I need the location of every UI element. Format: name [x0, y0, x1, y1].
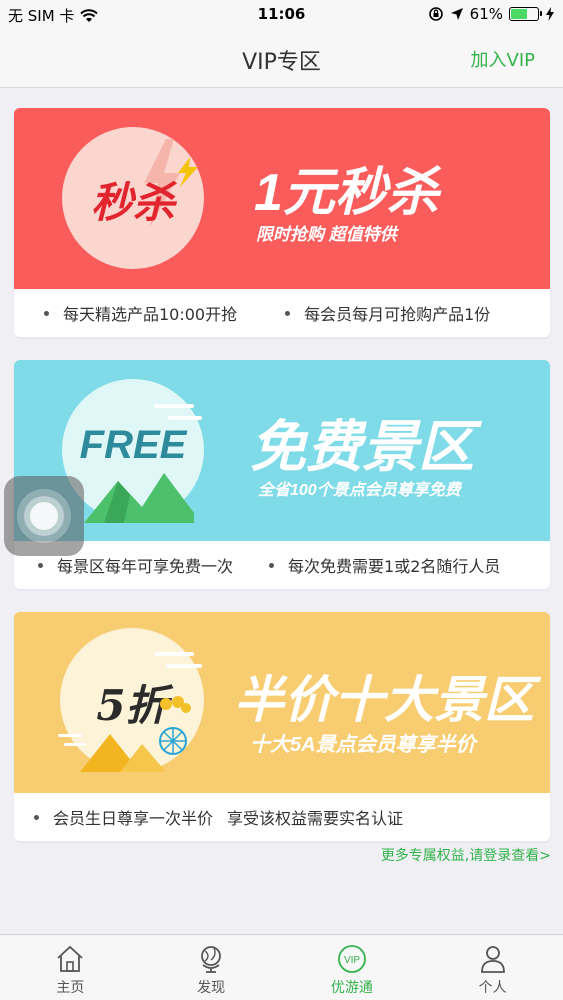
person-icon: [480, 946, 505, 973]
charging-bolt-icon: [546, 7, 554, 21]
flash-sale-badge: 秒杀: [62, 127, 204, 269]
tab-youyoutong[interactable]: VIP 优游通: [282, 935, 423, 1000]
half-price-footer: 会员生日尊享一次半价 享受该权益需要实名认证: [14, 793, 550, 841]
tab-discover[interactable]: 发现: [141, 935, 282, 1000]
list-item: 每天精选产品10:00开抢: [44, 301, 237, 325]
tab-label: 个人: [478, 980, 507, 996]
list-item: 会员生日尊享一次半价: [34, 805, 213, 829]
nav-bar: VIP专区 加入VIP: [0, 30, 563, 88]
tab-label: 优游通: [330, 980, 373, 996]
cloud-lines-icon: [58, 734, 86, 746]
rotation-lock-icon: [428, 7, 443, 21]
list-item: 每景区每年可享免费一次: [38, 553, 233, 577]
free-scenic-subtitle: 全省100个景点会员尊享免费: [258, 482, 461, 499]
free-scenic-footer: 每景区每年可享免费一次 每次免费需要1或2名随行人员: [14, 541, 550, 589]
svg-text:VIP: VIP: [344, 955, 360, 966]
tab-label: 主页: [56, 980, 85, 996]
cloud-lines-icon: [154, 404, 202, 420]
more-benefits-link[interactable]: 更多专属权益,请登录查看>: [381, 845, 551, 865]
vip-icon: VIP: [337, 945, 366, 973]
status-bar: 无 SIM 卡 11:06 61%: [0, 0, 563, 30]
flash-sale-footer: 每天精选产品10:00开抢 每会员每月可抢购产品1份: [14, 289, 550, 337]
umbrella-icon: [160, 696, 191, 713]
flash-sale-subtitle: 限时抢购 超值特供: [256, 225, 397, 244]
spark-icon: [178, 157, 198, 187]
tab-home[interactable]: 主页: [0, 935, 141, 1000]
ferris-wheel-icon: [159, 727, 187, 755]
half-price-subtitle: 十大5A景点会员尊享半价: [250, 734, 476, 756]
bullet-text: 每天精选产品10:00开抢: [63, 305, 238, 324]
free-scenic-banner[interactable]: FREE 免费景区 全省100个景点会员尊享免费: [14, 360, 550, 541]
bullet-text: 每景区每年可享免费一次: [57, 557, 234, 576]
half-price-card[interactable]: 5折 半价十大景区 十大5A景点会员尊享半价 会员生日尊享一次半价 享受该权益需…: [14, 612, 550, 841]
globe-icon: [201, 946, 222, 973]
bullet-text: 会员生日尊享一次半价: [53, 809, 214, 828]
list-item: 享受该权益需要实名认证: [227, 805, 403, 829]
tab-bar: 主页 发现 VIP 优游通 个人: [0, 934, 563, 1000]
list-item: 每会员每月可抢购产品1份: [285, 301, 490, 325]
tab-profile[interactable]: 个人: [422, 935, 563, 1000]
tab-label: 发现: [197, 980, 226, 996]
home-icon: [57, 945, 83, 972]
battery-fill: [511, 9, 527, 19]
bullet-text: 每次免费需要1或2名随行人员: [288, 557, 501, 576]
half-price-banner[interactable]: 5折 半价十大景区 十大5A景点会员尊享半价: [14, 612, 550, 793]
free-scenic-title: 免费景区: [250, 415, 474, 478]
half-price-title: 半价十大景区: [234, 672, 534, 728]
assistive-touch-button[interactable]: [4, 476, 84, 556]
location-arrow-icon: [450, 8, 463, 20]
free-scenic-card[interactable]: FREE 免费景区 全省100个景点会员尊享免费 每景区每年可享免费一次 每次免…: [14, 360, 550, 589]
status-right: 61%: [428, 5, 555, 23]
flash-sale-title: 1元秒杀: [254, 164, 439, 222]
battery-percent: 61%: [469, 5, 503, 23]
mountain-icon: [84, 473, 194, 523]
flash-sale-card[interactable]: 秒杀 1元秒杀 限时抢购 超值特供 每天精选产品10:00开抢 每会员每月可抢购…: [14, 108, 550, 337]
bullet-text: 每会员每月可抢购产品1份: [304, 305, 491, 324]
cloud-lines-icon: [154, 652, 202, 668]
bullet-text: 享受该权益需要实名认证: [227, 809, 404, 828]
flash-sale-banner[interactable]: 秒杀 1元秒杀 限时抢购 超值特供: [14, 108, 550, 289]
list-item: 每次免费需要1或2名随行人员: [269, 553, 500, 577]
join-vip-button[interactable]: 加入VIP: [471, 46, 535, 72]
battery-icon: [509, 7, 542, 21]
